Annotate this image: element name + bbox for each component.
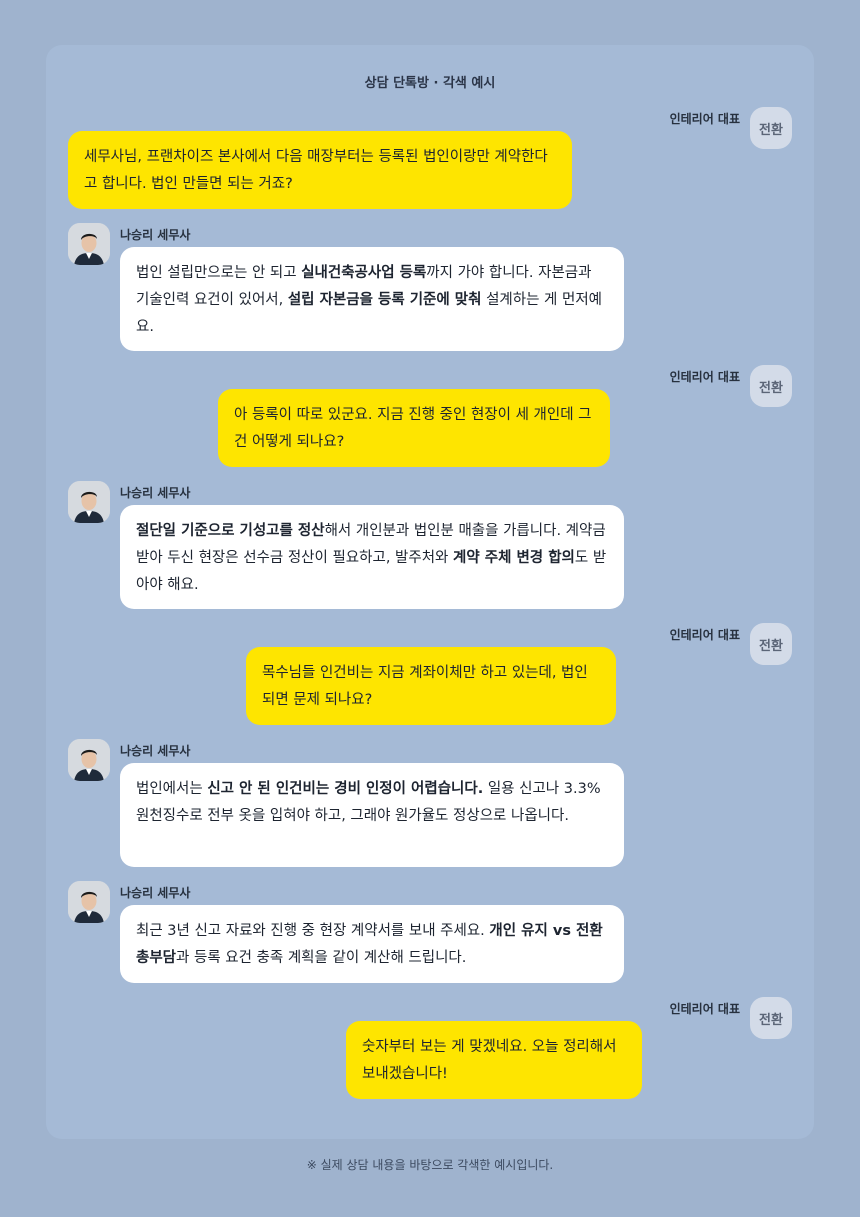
message-bubble-client[interactable]: 아 등록이 따로 있군요. 지금 진행 중인 현장이 세 개인데 그건 어떻게 … bbox=[218, 389, 610, 467]
message-bubble-advisor[interactable]: 절단일 기준으로 기성고를 정산해서 개인분과 법인분 매출을 가릅니다. 계약… bbox=[120, 505, 624, 609]
message-bubble-advisor[interactable]: 최근 3년 신고 자료와 진행 중 현장 계약서를 보내 주세요. 개인 유지 … bbox=[120, 905, 624, 983]
disclaimer-footer: ※ 실제 상담 내용을 바탕으로 각색한 예시입니다. bbox=[306, 1158, 554, 1172]
message-bubble-client[interactable]: 숫자부터 보는 게 맞겠네요. 오늘 정리해서 보내겠습니다! bbox=[346, 1021, 642, 1099]
message-bubble-advisor[interactable]: 법인 설립만으로는 안 되고 실내건축공사업 등록까지 가야 합니다. 자본금과… bbox=[120, 247, 624, 351]
message-bubble-client[interactable]: 목수님들 인건비는 지금 계좌이체만 하고 있는데, 법인 되면 문제 되나요? bbox=[246, 647, 616, 725]
advisor-name: 나승리 세무사 bbox=[120, 486, 191, 500]
advisor-avatar[interactable] bbox=[68, 481, 110, 523]
client-name: 인테리어 대표 bbox=[669, 628, 740, 642]
advisor-name: 나승리 세무사 bbox=[120, 744, 191, 758]
advisor-avatar[interactable] bbox=[68, 223, 110, 265]
person-icon bbox=[68, 881, 110, 923]
client-name: 인테리어 대표 bbox=[669, 370, 740, 384]
person-icon bbox=[68, 739, 110, 781]
client-avatar-badge[interactable]: 전환 bbox=[750, 365, 792, 407]
chat-title: 상담 단톡방 · 각색 예시 bbox=[364, 76, 496, 91]
person-icon bbox=[68, 223, 110, 265]
client-avatar-badge[interactable]: 전환 bbox=[750, 107, 792, 149]
advisor-avatar[interactable] bbox=[68, 881, 110, 923]
advisor-avatar[interactable] bbox=[68, 739, 110, 781]
advisor-name: 나승리 세무사 bbox=[120, 886, 191, 900]
advisor-name: 나승리 세무사 bbox=[120, 228, 191, 242]
message-bubble-advisor[interactable]: 법인에서는 신고 안 된 인건비는 경비 인정이 어렵습니다. 일용 신고나 3… bbox=[120, 763, 624, 867]
client-avatar-badge[interactable]: 전환 bbox=[750, 623, 792, 665]
client-name: 인테리어 대표 bbox=[669, 1002, 740, 1016]
client-avatar-badge[interactable]: 전환 bbox=[750, 997, 792, 1039]
client-name: 인테리어 대표 bbox=[669, 112, 740, 126]
message-bubble-client[interactable]: 세무사님, 프랜차이즈 본사에서 다음 매장부터는 등록된 법인이랑만 계약한다… bbox=[68, 131, 572, 209]
person-icon bbox=[68, 481, 110, 523]
